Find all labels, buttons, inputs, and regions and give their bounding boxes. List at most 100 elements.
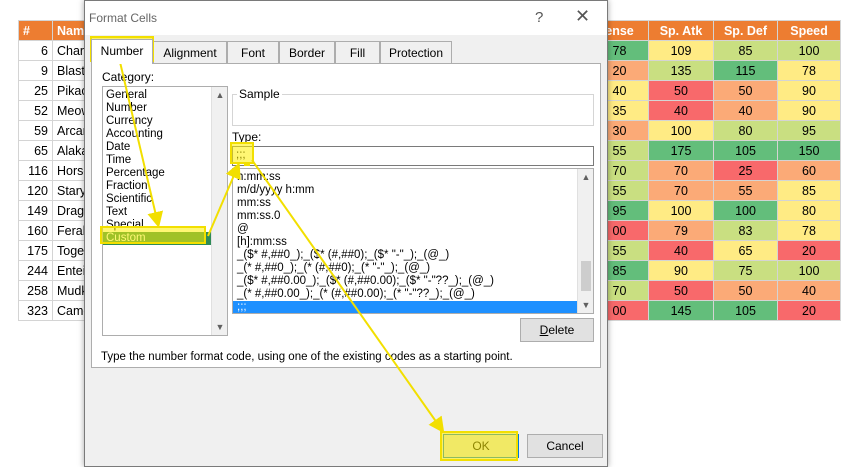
help-icon[interactable]: ? xyxy=(535,9,543,26)
cell-value[interactable]: 78 xyxy=(777,220,841,241)
cell-number[interactable]: 116 xyxy=(18,160,53,181)
cell-value[interactable]: 85 xyxy=(713,40,778,61)
format-code-item[interactable]: _(* #,##0_);_(* (#,##0);_(* "-"_);_(@_) xyxy=(233,262,579,275)
delete-button[interactable]: Delete xyxy=(520,318,594,342)
cell-value[interactable]: 70 xyxy=(648,180,714,201)
scroll-up-icon[interactable]: ▲ xyxy=(578,169,593,185)
format-code-item[interactable]: ;;; xyxy=(233,301,579,313)
cell-value[interactable]: 105 xyxy=(713,140,778,161)
cell-number[interactable]: 149 xyxy=(18,200,53,221)
category-item[interactable]: Scientific xyxy=(103,193,227,206)
cell-value[interactable]: 55 xyxy=(713,180,778,201)
cell-value[interactable]: 25 xyxy=(713,160,778,181)
cell-value[interactable]: 100 xyxy=(648,200,714,221)
col-header-speed[interactable]: Speed xyxy=(777,20,841,41)
format-code-list[interactable]: h:mm:ss m/d/yyyy h:mm mm:ss mm:ss.0 @ [h]:mm:… xyxy=(232,168,594,314)
cell-value[interactable]: 105 xyxy=(713,300,778,321)
cell-value[interactable]: 60 xyxy=(777,160,841,181)
col-header-number[interactable]: # xyxy=(18,20,53,41)
category-item[interactable]: Time xyxy=(103,154,227,167)
tab-alignment[interactable]: Alignment xyxy=(153,41,227,63)
cell-value[interactable]: 145 xyxy=(648,300,714,321)
tab-border[interactable]: Border xyxy=(279,41,335,63)
cell-value[interactable]: 80 xyxy=(777,200,841,221)
cell-value[interactable]: 109 xyxy=(648,40,714,61)
cell-value[interactable]: 90 xyxy=(777,100,841,121)
category-item[interactable]: Currency xyxy=(103,115,227,128)
cell-value[interactable]: 70 xyxy=(648,160,714,181)
cancel-button[interactable]: Cancel xyxy=(527,434,603,458)
cell-number[interactable]: 59 xyxy=(18,120,53,141)
cell-number[interactable]: 25 xyxy=(18,80,53,101)
category-item[interactable]: Fraction xyxy=(103,180,227,193)
cell-value[interactable]: 150 xyxy=(777,140,841,161)
scroll-down-icon[interactable]: ▼ xyxy=(212,319,228,335)
cell-value[interactable]: 78 xyxy=(777,60,841,81)
format-code-item[interactable]: _($* #,##0_);_($* (#,##0);_($* "-"_);_(@… xyxy=(233,249,579,262)
cell-value[interactable]: 100 xyxy=(648,120,714,141)
cell-value[interactable]: 50 xyxy=(648,280,714,301)
cell-number[interactable]: 9 xyxy=(18,60,53,81)
cell-value[interactable]: 50 xyxy=(713,280,778,301)
category-item[interactable]: Date xyxy=(103,141,227,154)
cell-value[interactable]: 95 xyxy=(777,120,841,141)
cell-value[interactable]: 50 xyxy=(648,80,714,101)
scroll-down-icon[interactable]: ▼ xyxy=(578,297,593,313)
cell-value[interactable]: 100 xyxy=(777,40,841,61)
scroll-thumb[interactable] xyxy=(581,261,591,291)
tab-font[interactable]: Font xyxy=(227,41,279,63)
format-code-item[interactable]: [h]:mm:ss xyxy=(233,236,579,249)
cell-value[interactable]: 40 xyxy=(648,100,714,121)
cell-value[interactable]: 175 xyxy=(648,140,714,161)
scroll-up-icon[interactable]: ▲ xyxy=(212,87,228,103)
cell-value[interactable]: 20 xyxy=(777,240,841,261)
cell-value[interactable]: 90 xyxy=(777,80,841,101)
category-item[interactable]: Accounting xyxy=(103,128,227,141)
cell-number[interactable]: 52 xyxy=(18,100,53,121)
close-icon[interactable]: ✕ xyxy=(575,6,590,27)
cell-value[interactable]: 90 xyxy=(648,260,714,281)
cell-value[interactable]: 100 xyxy=(777,260,841,281)
cell-value[interactable]: 40 xyxy=(648,240,714,261)
category-scrollbar[interactable]: ▲ ▼ xyxy=(211,87,227,335)
cell-value[interactable]: 83 xyxy=(713,220,778,241)
type-input[interactable]: ;;; xyxy=(232,146,594,166)
cell-number[interactable]: 120 xyxy=(18,180,53,201)
cell-value[interactable]: 75 xyxy=(713,260,778,281)
cell-value[interactable]: 85 xyxy=(777,180,841,201)
cell-value[interactable]: 115 xyxy=(713,60,778,81)
dialog-titlebar[interactable]: Format Cells ? ✕ xyxy=(85,1,607,35)
cell-value[interactable]: 135 xyxy=(648,60,714,81)
cell-number[interactable]: 175 xyxy=(18,240,53,261)
category-list[interactable]: General Number Currency Accounting Date Time P… xyxy=(102,86,228,336)
cell-value[interactable]: 100 xyxy=(713,200,778,221)
cell-number[interactable]: 323 xyxy=(18,300,53,321)
format-code-item[interactable]: @ xyxy=(233,223,579,236)
format-code-item[interactable]: mm:ss.0 xyxy=(233,210,579,223)
cell-number[interactable]: 244 xyxy=(18,260,53,281)
cell-number[interactable]: 258 xyxy=(18,280,53,301)
category-item[interactable]: Text xyxy=(103,206,227,219)
cell-value[interactable]: 50 xyxy=(713,80,778,101)
format-code-item[interactable]: mm:ss xyxy=(233,197,579,210)
cell-value[interactable]: 80 xyxy=(713,120,778,141)
cell-value[interactable]: 20 xyxy=(777,300,841,321)
category-item[interactable]: Number xyxy=(103,102,227,115)
cell-number[interactable]: 65 xyxy=(18,140,53,161)
format-list-scrollbar[interactable]: ▲ ▼ xyxy=(577,169,593,313)
cell-value[interactable]: 65 xyxy=(713,240,778,261)
format-code-item[interactable]: _($* #,##0.00_);_($* (#,##0.00);_($* "-"… xyxy=(233,275,579,288)
tab-fill[interactable]: Fill xyxy=(335,41,380,63)
category-item[interactable]: Percentage xyxy=(103,167,227,180)
cell-number[interactable]: 160 xyxy=(18,220,53,241)
tab-protection[interactable]: Protection xyxy=(380,41,452,63)
cell-value[interactable]: 40 xyxy=(713,100,778,121)
cell-value[interactable]: 40 xyxy=(777,280,841,301)
format-code-item[interactable]: h:mm:ss xyxy=(233,171,579,184)
category-item[interactable]: General xyxy=(103,89,227,102)
cell-number[interactable]: 6 xyxy=(18,40,53,61)
cell-value[interactable]: 79 xyxy=(648,220,714,241)
format-code-item[interactable]: m/d/yyyy h:mm xyxy=(233,184,579,197)
col-header-sp-def[interactable]: Sp. Def xyxy=(713,20,778,41)
tab-number[interactable]: Number xyxy=(91,39,153,64)
